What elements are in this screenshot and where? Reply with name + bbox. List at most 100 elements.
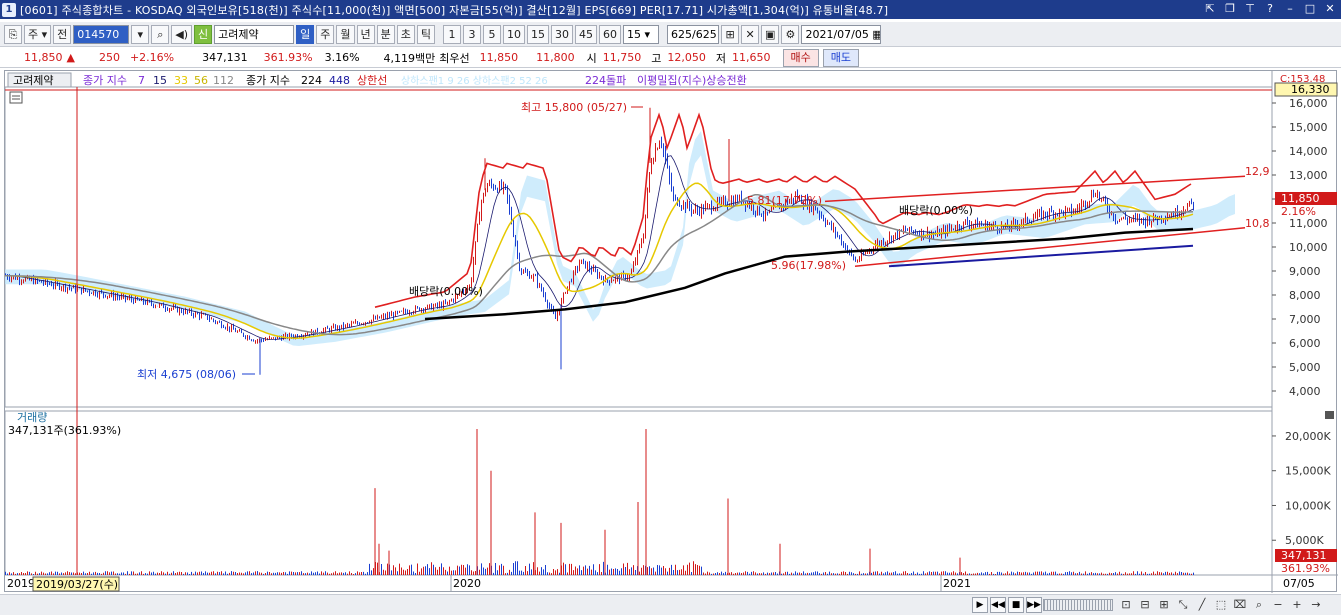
zoom-window-icon[interactable]: ⊡	[1118, 597, 1134, 613]
vol-tick-label: 5,000K	[1285, 534, 1324, 547]
gear-icon[interactable]: ⚙	[781, 24, 800, 44]
tab-day[interactable]: 일	[296, 24, 315, 44]
save-icon[interactable]: ▣	[761, 24, 780, 44]
calendar-icon[interactable]: ▦	[872, 28, 880, 41]
close-icon[interactable]: ✕	[1323, 1, 1337, 16]
pin-icon[interactable]: ⊤	[1243, 1, 1257, 16]
volume-axis: 20,000K 15,000K 10,000K 5,000K	[1272, 430, 1331, 547]
interval-45[interactable]: 45	[575, 24, 598, 44]
crosshair-icon[interactable]: ✕	[741, 24, 760, 44]
fast-forward-icon[interactable]: ▶▶	[1026, 597, 1042, 613]
window-controls: ⇱ ❐ ⊤ ? – □ ✕	[1203, 1, 1337, 16]
line-tool-icon[interactable]: ╱	[1194, 597, 1210, 613]
copy-window-icon[interactable]: ❐	[1223, 1, 1237, 16]
toolbar: ⎘ 주 ▾ 전 014570 ▾ ⌕ ◀) 신 고려제약 일 주 월 년 분 초…	[0, 22, 1341, 47]
minimize-icon[interactable]: –	[1283, 1, 1297, 16]
layout-icon[interactable]: ⊞	[1156, 597, 1172, 613]
interval-15[interactable]: 15	[527, 24, 550, 44]
prev-button[interactable]: 전	[53, 24, 72, 44]
legend-ma-7: 7	[138, 74, 145, 87]
interval-5[interactable]: 5	[483, 24, 502, 44]
tab-year[interactable]: 년	[356, 24, 375, 44]
magnify-icon[interactable]: ⌕	[1251, 597, 1267, 613]
y-tick-label: 15,000	[1289, 121, 1328, 134]
buy-button[interactable]: 매수	[782, 48, 819, 67]
chart-scrollbar[interactable]	[1043, 599, 1113, 611]
price-volume-chart[interactable]: 고려제약 종가 지수 7 15 33 56 112 종가 지수 224 448 …	[4, 71, 1338, 593]
interval-select-value: 15	[627, 27, 642, 41]
best-bid: 11,800	[536, 51, 575, 64]
legend-ma-112: 112	[213, 74, 234, 87]
more-right-icon[interactable]: →	[1308, 597, 1324, 613]
y-tick-label: 16,000	[1289, 97, 1328, 110]
price-badge-label: 11,850	[1281, 192, 1320, 205]
annotation-dividend-1: 배당락(0.00%)	[409, 285, 483, 298]
new-button[interactable]: 신	[194, 24, 213, 44]
interval-60[interactable]: 60	[599, 24, 622, 44]
grid-toggle-icon[interactable]	[9, 91, 23, 104]
low-price: 11,650	[732, 51, 771, 64]
tab-second[interactable]: 초	[396, 24, 415, 44]
count-input[interactable]: 625/625	[667, 24, 720, 44]
stop-icon[interactable]: ■	[1008, 597, 1024, 613]
y-tick-label: 6,000	[1289, 337, 1321, 350]
text-tool-icon[interactable]: ⌧	[1232, 597, 1248, 613]
maximize-icon[interactable]: □	[1303, 1, 1317, 16]
tab-month[interactable]: 월	[336, 24, 355, 44]
best-ask-label: 최우선	[439, 51, 470, 65]
stock-code-input[interactable]: 014570	[73, 24, 130, 44]
zoom-out-icon[interactable]: −	[1270, 597, 1286, 613]
window-split-icon[interactable]: ⊟	[1137, 597, 1153, 613]
up-arrow-icon: ▲	[66, 51, 75, 64]
window-title: [0601] 주식종합차트 - KOSDAQ 외국인보유[518(천)] 주식수…	[20, 3, 889, 17]
type-select[interactable]: 주 ▾	[24, 24, 52, 44]
chart-type-icon[interactable]: ⊞	[721, 24, 740, 44]
shape-tool-icon[interactable]: ⬚	[1213, 597, 1229, 613]
draw-tool-icon[interactable]: ⤡	[1175, 597, 1191, 613]
interval-3[interactable]: 3	[463, 24, 482, 44]
chart-area[interactable]: 고려제약 종가 지수 7 15 33 56 112 종가 지수 224 448 …	[4, 70, 1338, 593]
legend-ma-dense: 이평밀집(지수)상승전환	[637, 74, 747, 87]
interval-10[interactable]: 10	[503, 24, 526, 44]
volume-pct: 361.93%	[263, 51, 313, 64]
interval-30[interactable]: 30	[551, 24, 574, 44]
annotation-dividend-2: 배당락(0.00%)	[899, 204, 973, 217]
low-label: 저	[715, 51, 727, 65]
legend-ma2-prefix: 종가 지수	[246, 74, 290, 87]
type-select-value: 주	[28, 27, 39, 41]
volume: 347,131	[202, 51, 248, 64]
interval-1[interactable]: 1	[443, 24, 462, 44]
play-icon[interactable]: ▶	[972, 597, 988, 613]
y-tick-label: 5,000	[1289, 361, 1321, 374]
search-icon[interactable]: ⌕	[151, 24, 170, 44]
y-tick-label: 14,000	[1289, 145, 1328, 158]
tab-tick[interactable]: 틱	[416, 24, 436, 44]
speaker-icon[interactable]: ◀)	[171, 24, 193, 44]
sell-button[interactable]: 매도	[822, 48, 860, 67]
title-bar: 1 [0601] 주식종합차트 - KOSDAQ 외국인보유[518(천)] 주…	[0, 0, 1341, 19]
interval-select[interactable]: 15 ▾	[623, 24, 660, 44]
volume-badge-pct: 361.93%	[1281, 562, 1330, 575]
volume-value: 347,131주(361.93%)	[8, 424, 121, 437]
rewind-icon[interactable]: ◀◀	[990, 597, 1006, 613]
chart-menu-icon[interactable]: ⎘	[4, 24, 22, 44]
tab-week[interactable]: 주	[316, 24, 335, 44]
zoom-in-icon[interactable]: +	[1289, 597, 1305, 613]
pane-collapse-icon[interactable]	[1325, 411, 1334, 419]
legend-stock-name: 고려제약	[13, 73, 53, 87]
code-dropdown-icon[interactable]: ▾	[131, 24, 150, 44]
open-price: 11,750	[602, 51, 642, 64]
high-price: 12,050	[667, 51, 706, 64]
pct-lower-label: 5.96(17.98%)	[771, 259, 846, 272]
vol-tick-label: 15,000K	[1285, 465, 1331, 478]
y-tick-label: 9,000	[1289, 265, 1321, 278]
link-icon[interactable]: ⇱	[1203, 1, 1217, 16]
turnover: 3.16%	[324, 51, 360, 64]
tab-minute[interactable]: 분	[376, 24, 395, 44]
stock-name: 고려제약	[214, 24, 295, 44]
help-icon[interactable]: ?	[1263, 1, 1277, 16]
price-change-pct: +2.16%	[129, 51, 175, 64]
date-input[interactable]: 2021/07/05 ▦	[801, 24, 882, 44]
legend-ma-224: 224	[301, 74, 322, 87]
scroll-nav: ▶ ◀◀ ■ ▶▶	[972, 597, 1042, 613]
